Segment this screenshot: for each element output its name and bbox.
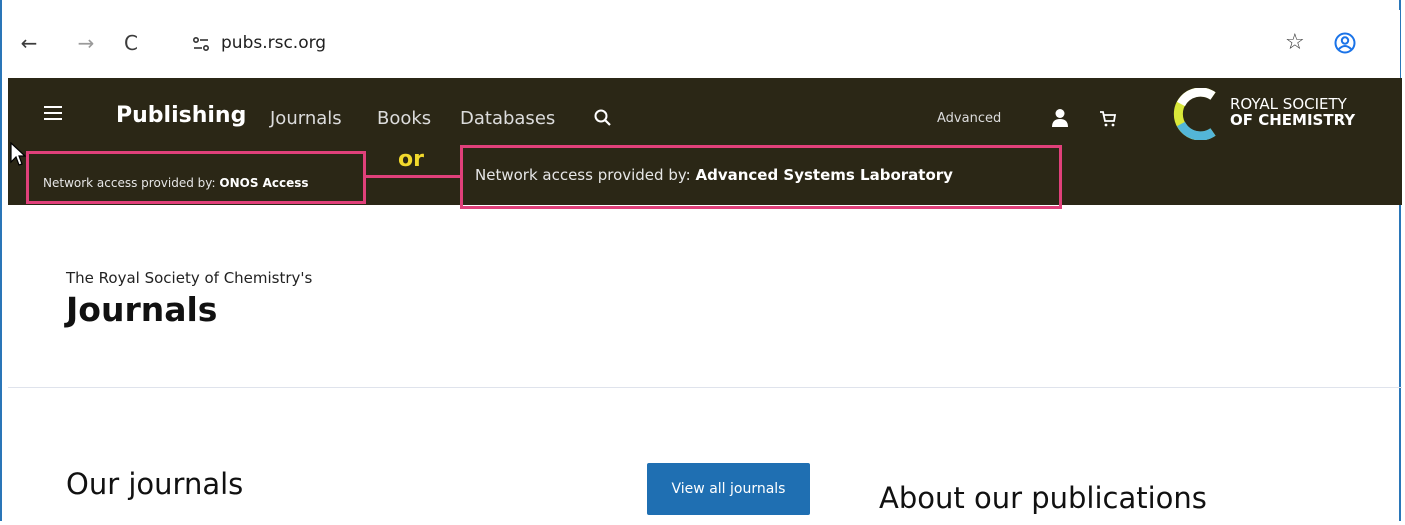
about-publications-heading: About our publications — [879, 481, 1207, 515]
network-access-org-1: ONOS Access — [219, 176, 309, 190]
network-access-text-1: Network access provided by: ONOS Access — [43, 176, 309, 190]
advanced-search-link[interactable]: Advanced — [937, 111, 1001, 126]
network-access-org-2: Advanced Systems Laboratory — [695, 166, 953, 184]
logo-line-1: ROYAL SOCIETY — [1230, 95, 1347, 113]
site-settings-icon[interactable] — [192, 36, 210, 52]
mouse-cursor-icon — [10, 142, 26, 166]
menu-icon[interactable] — [44, 106, 62, 120]
cart-icon[interactable] — [1099, 110, 1117, 128]
network-access-highlight-1: Network access provided by: ONOS Access — [26, 151, 366, 204]
nav-databases[interactable]: Databases — [460, 108, 555, 129]
address-bar-url[interactable]: pubs.rsc.org — [221, 33, 326, 53]
connector-line — [364, 175, 463, 178]
user-icon[interactable] — [1051, 108, 1069, 128]
rsc-logo-icon[interactable] — [1173, 88, 1223, 140]
bookmark-star-icon[interactable]: ☆ — [1285, 30, 1305, 55]
network-access-prefix-1: Network access provided by: — [43, 176, 220, 190]
network-access-prefix-2: Network access provided by: — [475, 166, 696, 184]
intro-subtitle: The Royal Society of Chemistry's — [66, 269, 313, 287]
our-journals-heading: Our journals — [66, 467, 244, 501]
logo-line-2: OF CHEMISTRY — [1230, 111, 1356, 129]
browser-toolbar: ← → C pubs.rsc.org ☆ — [8, 10, 1400, 78]
view-all-journals-button[interactable]: View all journals — [647, 463, 810, 515]
network-access-highlight-2: Network access provided by: Advanced Sys… — [460, 145, 1062, 209]
section-divider — [8, 387, 1402, 388]
rsc-logo-text[interactable]: ROYAL SOCIETY OF CHEMISTRY — [1230, 96, 1355, 128]
arrow-left-icon[interactable]: ← — [18, 32, 40, 54]
or-label: or — [398, 147, 424, 172]
arrow-right-icon[interactable]: → — [75, 32, 97, 54]
network-access-text-2: Network access provided by: Advanced Sys… — [475, 166, 953, 184]
search-icon[interactable] — [593, 108, 613, 128]
nav-journals[interactable]: Journals — [270, 108, 342, 129]
reload-icon[interactable]: C — [120, 32, 142, 54]
brand-publishing[interactable]: Publishing — [116, 103, 246, 128]
nav-books[interactable]: Books — [377, 108, 431, 129]
profile-icon[interactable] — [1334, 32, 1356, 54]
page-title: Journals — [66, 290, 218, 329]
